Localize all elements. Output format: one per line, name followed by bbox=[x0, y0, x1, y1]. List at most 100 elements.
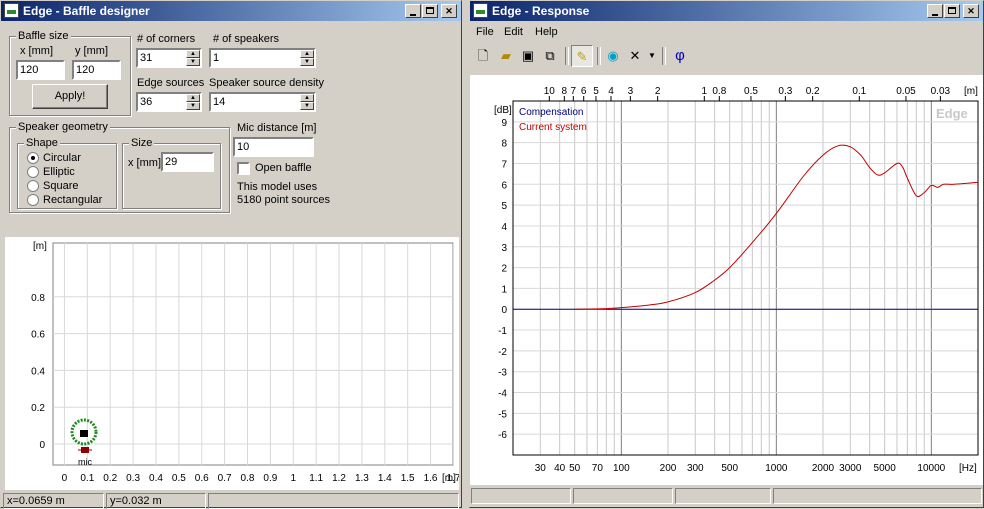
baffle-x-tick-label: 0.5 bbox=[172, 473, 186, 484]
baffle-x-tick-label: 0.8 bbox=[241, 473, 255, 484]
response-title-bar[interactable]: Edge - Response ✕ bbox=[470, 1, 983, 21]
spin-down-icon[interactable]: ▼ bbox=[300, 58, 314, 66]
response-x-unit: [Hz] bbox=[959, 463, 977, 474]
close-button[interactable]: ✕ bbox=[441, 4, 457, 18]
menu-file[interactable]: File bbox=[476, 26, 494, 38]
phase-icon[interactable]: φ bbox=[669, 45, 691, 67]
speaker-icon[interactable]: ◉ bbox=[602, 45, 624, 67]
baffle-y-label: y [mm] bbox=[75, 45, 108, 57]
size-x-input[interactable]: 29 bbox=[161, 152, 214, 172]
shape-radio-elliptic[interactable] bbox=[27, 166, 39, 178]
open-baffle-label[interactable]: Open baffle bbox=[255, 162, 312, 174]
shape-option-elliptic[interactable]: Elliptic bbox=[43, 166, 75, 178]
baffle-x-tick-label: 0.3 bbox=[126, 473, 140, 484]
shape-option-rectangular[interactable]: Rectangular bbox=[43, 194, 102, 206]
apply-button[interactable]: Apply! bbox=[32, 84, 108, 109]
source-density-label: Speaker source density bbox=[209, 77, 324, 89]
x-tick-label: 50 bbox=[569, 463, 581, 474]
open-baffle-checkbox[interactable] bbox=[237, 162, 250, 175]
shape-label: Shape bbox=[24, 137, 60, 149]
y-tick-label: 2 bbox=[501, 264, 507, 275]
status-pane bbox=[675, 488, 771, 504]
status-x-coordinate: x=0.0659 m bbox=[3, 493, 104, 509]
status-pane bbox=[773, 488, 982, 504]
spin-down-icon[interactable]: ▼ bbox=[300, 102, 314, 110]
mic-distance-input[interactable]: 10 bbox=[233, 137, 314, 157]
shape-radio-circular[interactable] bbox=[27, 152, 39, 164]
open-folder-icon[interactable]: ▰ bbox=[495, 45, 517, 67]
legend-compensation: Compensation bbox=[519, 107, 583, 118]
response-top-unit: [m] bbox=[964, 86, 978, 97]
delete-icon[interactable]: ✕ bbox=[624, 45, 646, 67]
spin-down-icon[interactable]: ▼ bbox=[186, 58, 200, 66]
new-file-icon[interactable]: 🗋 bbox=[472, 45, 494, 67]
baffle-x-tick-label: 0.1 bbox=[80, 473, 94, 484]
baffle-y-tick-label: 0.8 bbox=[31, 293, 45, 304]
menu-help[interactable]: Help bbox=[535, 26, 558, 38]
size-x-label: x [mm] bbox=[128, 157, 161, 169]
toolbar-separator bbox=[662, 47, 666, 65]
spin-up-icon[interactable]: ▲ bbox=[300, 50, 314, 58]
spin-up-icon[interactable]: ▲ bbox=[186, 50, 200, 58]
maximize-button[interactable] bbox=[944, 4, 960, 18]
speakers-spinner[interactable]: 1 ▲ ▼ bbox=[209, 48, 316, 68]
speakers-value: 1 bbox=[213, 52, 220, 64]
x-tick-label: 70 bbox=[592, 463, 604, 474]
save-icon[interactable]: ▣ bbox=[517, 45, 539, 67]
shape-radio-square[interactable] bbox=[27, 180, 39, 192]
baffle-y-input[interactable]: 120 bbox=[72, 60, 121, 80]
menu-edit[interactable]: Edit bbox=[504, 26, 523, 38]
y-tick-label: -6 bbox=[498, 430, 507, 441]
response-y-unit: [dB] bbox=[494, 105, 512, 116]
minimize-button[interactable] bbox=[405, 4, 421, 18]
x-tick-label: 500 bbox=[721, 463, 738, 474]
baffle-title-bar[interactable]: Edge - Baffle designer ✕ bbox=[1, 1, 461, 21]
baffle-status-bar: x=0.0659 m y=0.032 m bbox=[3, 493, 459, 509]
speaker-marker[interactable] bbox=[80, 430, 88, 437]
top-tick-label: 0.8 bbox=[712, 86, 726, 97]
y-tick-label: 6 bbox=[501, 180, 507, 191]
spin-down-icon[interactable]: ▼ bbox=[186, 102, 200, 110]
baffle-x-label: x [mm] bbox=[20, 45, 53, 57]
maximize-button[interactable] bbox=[422, 4, 438, 18]
edge-sources-label: Edge sources bbox=[137, 77, 205, 89]
source-density-spinner[interactable]: 14 ▲ ▼ bbox=[209, 92, 316, 112]
minimize-button[interactable] bbox=[927, 4, 943, 18]
size-label: Size bbox=[129, 137, 155, 149]
toolbar: 🗋 ▰ ▣ ⧉ ✎ ◉ ✕ ▼ φ bbox=[470, 45, 984, 70]
baffle-x-tick-label: 0.6 bbox=[195, 473, 209, 484]
shape-radio-rectangular[interactable] bbox=[27, 194, 39, 206]
spin-up-icon[interactable]: ▲ bbox=[186, 94, 200, 102]
baffle-x-tick-label: 0.7 bbox=[218, 473, 232, 484]
close-button[interactable]: ✕ bbox=[963, 4, 979, 18]
baffle-window-title: Edge - Baffle designer bbox=[23, 4, 150, 18]
dropdown-arrow-icon[interactable]: ▼ bbox=[646, 45, 658, 67]
mic-label: mic bbox=[78, 457, 92, 467]
edge-sources-spinner[interactable]: 36 ▲ ▼ bbox=[136, 92, 202, 112]
baffle-x-tick-label: 0.4 bbox=[149, 473, 163, 484]
status-y-coordinate: y=0.032 m bbox=[106, 493, 206, 509]
shape-option-square[interactable]: Square bbox=[43, 180, 78, 192]
y-tick-label: -3 bbox=[498, 368, 507, 379]
baffle-x-unit: [m] bbox=[442, 473, 456, 484]
baffle-x-input[interactable]: 120 bbox=[16, 60, 65, 80]
app-icon bbox=[4, 3, 19, 18]
copy-icon[interactable]: ⧉ bbox=[539, 45, 561, 67]
baffle-y-tick-label: 0.6 bbox=[31, 330, 45, 341]
y-tick-label: -5 bbox=[498, 409, 507, 420]
response-chart[interactable]: 30 40 50 70 100 200 300 500 1000 2000 3000 5000 1000… bbox=[470, 75, 983, 485]
baffle-x-tick-label: 1.1 bbox=[309, 473, 323, 484]
response-window: Edge - Response ✕ File Edit Help 🗋 ▰ ▣ ⧉… bbox=[469, 0, 984, 508]
background-strip bbox=[462, 0, 469, 508]
corners-spinner[interactable]: 31 ▲ ▼ bbox=[136, 48, 202, 68]
pencil-icon[interactable]: ✎ bbox=[571, 45, 593, 67]
baffle-x-tick-label: 1.2 bbox=[332, 473, 346, 484]
baffle-x-tick-label: 0 bbox=[62, 473, 68, 484]
spin-up-icon[interactable]: ▲ bbox=[300, 94, 314, 102]
edge-sources-value: 36 bbox=[140, 96, 153, 108]
baffle-x-tick-label: 0.2 bbox=[103, 473, 117, 484]
top-tick-label: 0.03 bbox=[931, 86, 951, 97]
baffle-plot[interactable]: 0.8 0.6 0.4 0.2 0 0 0.1 0.2 0.3 0.4 0.5 0.6 0.7 0.8 0… bbox=[5, 237, 459, 490]
status-pane bbox=[471, 488, 571, 504]
shape-option-circular[interactable]: Circular bbox=[43, 152, 81, 164]
